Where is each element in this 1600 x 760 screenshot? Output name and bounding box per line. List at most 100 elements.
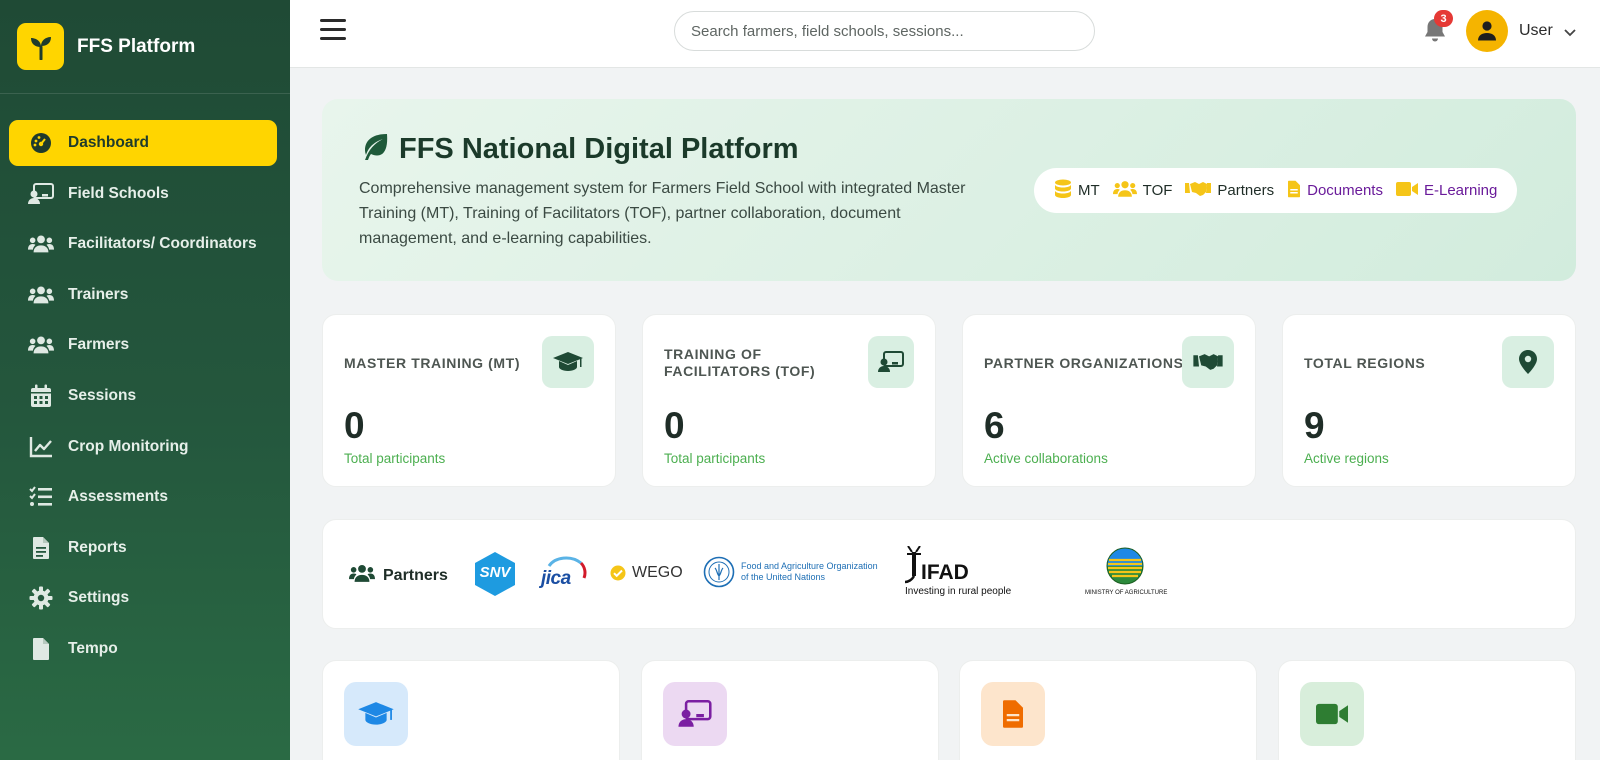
stat-card-regions[interactable]: TOTAL REGIONS 9 Active regions — [1282, 314, 1576, 487]
topbar: 3 User — [290, 0, 1600, 68]
file-icon — [981, 682, 1045, 746]
chart-line-icon — [28, 434, 54, 460]
sidebar-item-label: Crop Monitoring — [68, 437, 189, 455]
sidebar-item-tempo[interactable]: Tempo — [9, 626, 277, 672]
sidebar-item-label: Facilitators/ Coordinators — [68, 235, 257, 253]
sidebar-item-label: Field Schools — [68, 184, 169, 202]
stat-subtext: Total participants — [664, 451, 766, 466]
stat-card-partners[interactable]: PARTNER ORGANIZATIONS 6 Active collabora… — [962, 314, 1256, 487]
notification-badge: 3 — [1434, 10, 1453, 27]
chalkboard-teacher-icon — [868, 336, 914, 388]
sidebar-item-trainers[interactable]: Trainers — [9, 272, 277, 318]
sidebar-item-dashboard[interactable]: Dashboard — [9, 120, 277, 166]
user-name[interactable]: User — [1519, 22, 1553, 40]
handshake-icon — [1182, 336, 1234, 388]
users-icon — [28, 282, 54, 308]
sidebar-item-reports[interactable]: Reports — [9, 525, 277, 571]
database-icon — [1054, 179, 1072, 203]
seedling-icon — [17, 23, 64, 70]
sidebar-item-farmers[interactable]: Farmers — [9, 322, 277, 368]
sidebar-item-label: Sessions — [68, 386, 137, 404]
partners-heading: Partners — [349, 564, 448, 588]
stat-value: 9 — [1304, 405, 1325, 446]
fao-logo[interactable]: Food and Agriculture Organization of the… — [703, 556, 878, 588]
sidebar-item-settings[interactable]: Settings — [9, 575, 277, 621]
ifad-logo-text: IFAD — [921, 561, 969, 584]
hero-title-row: FFS National Digital Platform — [359, 133, 799, 166]
sidebar-item-assessments[interactable]: Assessments — [9, 474, 277, 520]
sidebar-item-facilitators[interactable]: Facilitators/ Coordinators — [9, 221, 277, 267]
snv-logo[interactable]: SNV — [473, 551, 517, 597]
list-check-icon — [28, 484, 54, 510]
feature-card-elearning[interactable] — [1278, 660, 1576, 760]
jica-logo-text: JICA — [541, 568, 571, 589]
pill-label: E-Learning — [1423, 182, 1498, 199]
users-icon — [349, 564, 375, 588]
users-icon — [28, 332, 54, 358]
partners-strip: Partners SNV JICA WEGO Food and Agricult… — [322, 519, 1576, 629]
sidebar-nav: Dashboard Field Schools Facilitators/ Co… — [0, 94, 290, 672]
calendar-icon — [28, 383, 54, 409]
hero-feature-pills: MT TOF Partners Documents E-Learning — [1034, 168, 1518, 213]
feature-card-tof[interactable] — [641, 660, 939, 760]
stat-label: TOTAL REGIONS — [1304, 355, 1426, 371]
file-icon — [28, 636, 54, 662]
sidebar-item-sessions[interactable]: Sessions — [9, 373, 277, 419]
wego-logo-text: WEGO — [632, 564, 683, 581]
chalkboard-teacher-icon — [663, 682, 727, 746]
avatar[interactable] — [1466, 10, 1508, 52]
pill-elearning[interactable]: E-Learning — [1395, 181, 1498, 201]
sidebar-item-label: Settings — [68, 589, 130, 607]
graduation-cap-icon — [344, 682, 408, 746]
stat-label: TRAINING OF FACILITATORS (TOF) — [664, 346, 816, 379]
chalkboard-teacher-icon — [28, 181, 54, 207]
hero-description: Comprehensive management system for Farm… — [359, 180, 966, 247]
sidebar-item-label: Reports — [68, 538, 127, 556]
partners-title: Partners — [383, 567, 448, 584]
pill-label: Partners — [1217, 182, 1275, 199]
sidebar-item-field-schools[interactable]: Field Schools — [9, 171, 277, 217]
file-lines-icon — [28, 535, 54, 561]
stat-label: PARTNER ORGANIZATIONS — [984, 355, 1184, 371]
sidebar-item-label: Assessments — [68, 488, 168, 506]
fao-logo-line2: of the United Nations — [741, 572, 826, 582]
stat-card-mt[interactable]: MASTER TRAINING (MT) 0 Total participant… — [322, 314, 616, 487]
users-icon — [1112, 180, 1137, 202]
video-icon — [1300, 682, 1364, 746]
hero-title: FFS National Digital Platform — [399, 133, 799, 165]
sidebar: FFS Platform Dashboard Field Schools Fac… — [0, 0, 290, 760]
pill-mt[interactable]: MT — [1054, 179, 1100, 203]
stat-value: 0 — [344, 405, 365, 446]
file-icon — [1287, 180, 1301, 202]
search-input[interactable] — [674, 11, 1095, 51]
gauge-icon — [28, 130, 54, 156]
chevron-down-icon[interactable] — [1564, 24, 1576, 42]
ifad-logo[interactable]: IFAD Investing in rural people — [905, 546, 1015, 602]
stat-subtext: Total participants — [344, 451, 446, 466]
users-icon — [28, 231, 54, 257]
jica-logo[interactable]: JICA — [541, 554, 587, 594]
pill-partners[interactable]: Partners — [1185, 181, 1274, 201]
feature-card-master-training[interactable] — [322, 660, 620, 760]
pill-tof[interactable]: TOF — [1112, 180, 1173, 202]
wego-logo[interactable]: WEGO — [610, 564, 683, 582]
pill-label: TOF — [1142, 182, 1173, 199]
ifad-tagline: Investing in rural people — [905, 586, 1012, 597]
graduation-cap-icon — [542, 336, 594, 388]
ministry-of-agriculture-logo[interactable]: MINISTRY OF AGRICULTURE — [1085, 546, 1167, 602]
sidebar-item-label: Tempo — [68, 639, 118, 657]
snv-logo-text: SNV — [479, 564, 511, 581]
handshake-icon — [1185, 181, 1212, 201]
gear-icon — [28, 585, 54, 611]
sidebar-item-crop-monitoring[interactable]: Crop Monitoring — [9, 424, 277, 470]
sidebar-item-label: Dashboard — [68, 134, 149, 151]
video-icon — [1395, 181, 1418, 201]
hamburger-menu-button[interactable] — [320, 19, 346, 43]
map-pin-icon — [1502, 336, 1554, 388]
feature-card-documents[interactable] — [959, 660, 1257, 760]
stat-card-tof[interactable]: TRAINING OF FACILITATORS (TOF) 0 Total p… — [642, 314, 936, 487]
pill-documents[interactable]: Documents — [1287, 180, 1383, 202]
stat-subtext: Active regions — [1304, 451, 1389, 466]
brand[interactable]: FFS Platform — [0, 0, 290, 94]
sidebar-item-label: Farmers — [68, 336, 130, 354]
